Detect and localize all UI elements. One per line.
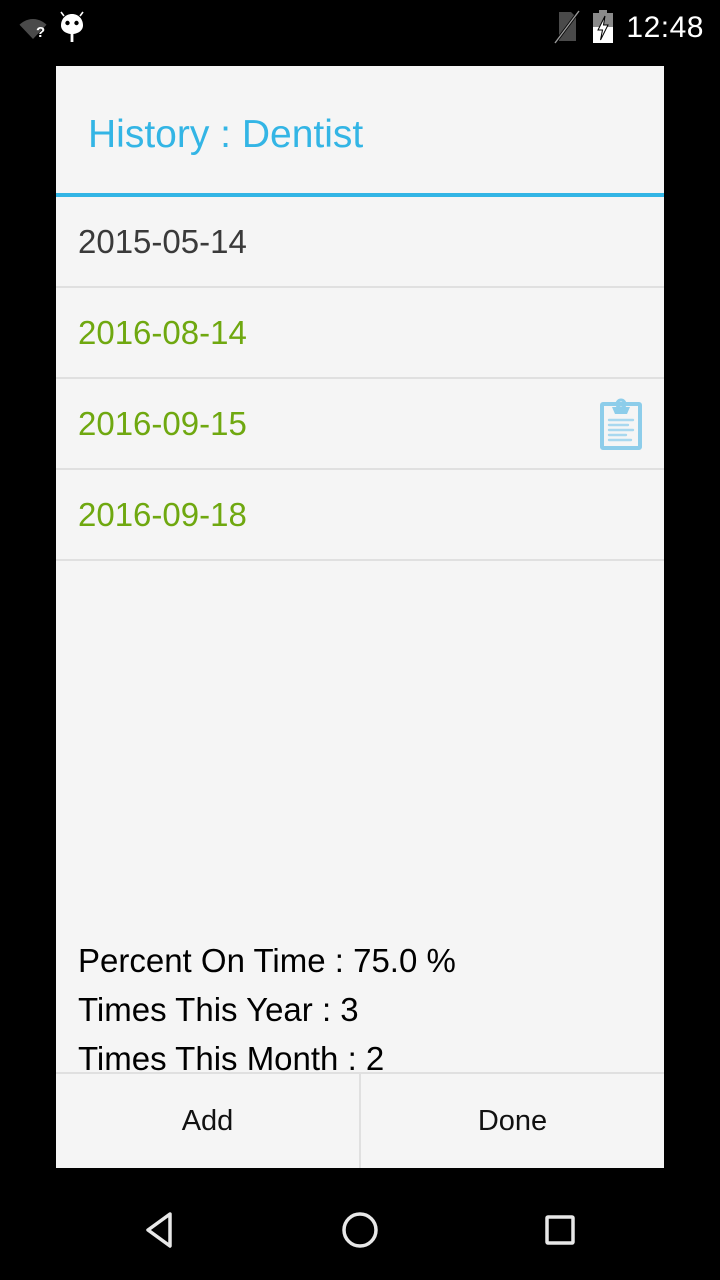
nav-back-button[interactable] <box>85 1184 235 1280</box>
stats-summary: Percent On Time : 75.0 % Times This Year… <box>56 936 664 1083</box>
history-date-label: 2015-05-14 <box>78 222 247 260</box>
stat-percent-on-time: Percent On Time : 75.0 % <box>78 942 456 979</box>
battery-charging-icon <box>592 9 614 49</box>
home-circle-icon <box>339 1209 381 1256</box>
dialog-title-area: History : Dentist <box>56 66 664 193</box>
list-item[interactable]: 2016-08-14 <box>56 288 664 379</box>
history-dialog: History : Dentist 2015-05-14 2016-08-14 … <box>56 66 664 1168</box>
list-item[interactable]: 2016-09-15 <box>56 379 664 470</box>
no-sim-card-icon <box>554 9 581 49</box>
svg-text:?: ? <box>36 24 45 41</box>
nav-home-button[interactable] <box>285 1184 435 1280</box>
dialog-button-bar: Add Done <box>56 1072 664 1168</box>
navigation-bar <box>0 1184 720 1280</box>
status-bar-clock: 12:48 <box>626 11 704 44</box>
history-list: 2015-05-14 2016-08-14 2016-09-15 2016-09… <box>56 197 664 561</box>
done-button[interactable]: Done <box>361 1074 664 1168</box>
status-bar-left-icons: ? <box>18 0 86 58</box>
status-bar: ? 12:48 <box>0 0 720 58</box>
back-triangle-icon <box>140 1209 180 1256</box>
status-bar-right-icons: 12:48 <box>554 0 704 58</box>
page-title: History : Dentist <box>88 113 364 156</box>
list-item[interactable]: 2016-09-18 <box>56 470 664 561</box>
nav-recents-button[interactable] <box>485 1184 635 1280</box>
history-date-label: 2016-09-15 <box>78 404 247 442</box>
wifi-question-icon: ? <box>18 12 48 47</box>
phone-screen: ? 12:48 History: Dentist 2015-05-14 201… <box>0 0 720 1280</box>
add-button[interactable]: Add <box>56 1074 359 1168</box>
stat-times-this-year: Times This Year : 3 <box>78 991 359 1028</box>
clipboard-notes-icon[interactable] <box>600 398 642 450</box>
history-date-label: 2016-09-18 <box>78 495 247 533</box>
history-date-label: 2016-08-14 <box>78 313 247 351</box>
list-item[interactable]: 2015-05-14 <box>56 197 664 288</box>
android-head-icon <box>58 11 86 48</box>
recents-square-icon <box>540 1210 580 1255</box>
